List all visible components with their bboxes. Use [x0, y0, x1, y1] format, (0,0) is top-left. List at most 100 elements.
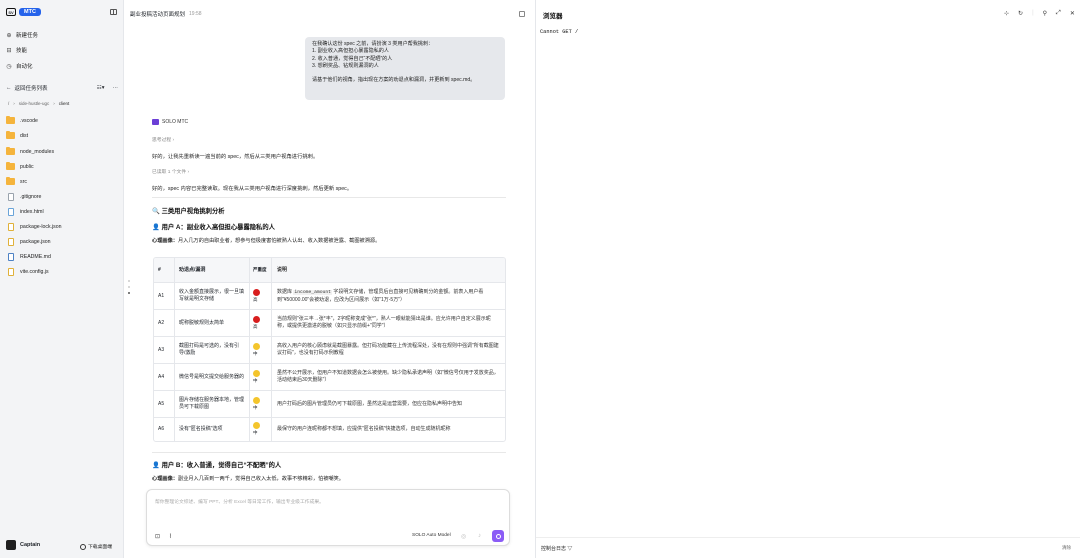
close-icon[interactable]: ✕ [1070, 10, 1075, 17]
red-circle-icon [253, 315, 260, 323]
file-item[interactable]: dist [6, 130, 29, 139]
file-item[interactable]: public [6, 161, 34, 170]
microphone-icon[interactable]: ♪ [478, 533, 481, 539]
nav-automation[interactable]: ◷ 自动化 [6, 62, 116, 71]
row-point: 截图打码是可选的，没有引导/激励 [174, 337, 249, 363]
row-desc: 高收入用户的核心顾虑就是截图暴露。但打码功能藏在上传流程深处，没有在规则中强调"… [271, 337, 505, 363]
nav-skills[interactable]: ⊟ 技能 [6, 46, 116, 55]
list-options-icon[interactable]: ☷▾ [97, 85, 105, 91]
user-name: Captain [20, 542, 41, 548]
chat-scroll-indicator[interactable] [128, 280, 130, 294]
file-name: package.json [20, 239, 51, 245]
refresh-icon[interactable]: ↻ [1018, 10, 1023, 17]
file-item[interactable]: node_modules [6, 146, 55, 155]
pin-icon[interactable]: ⚲ [1043, 10, 1047, 17]
agent-header: SOLO MTC [152, 119, 188, 125]
crumb-current[interactable]: client [59, 101, 70, 106]
browser-panel: 浏览器 ⊹ ↻ | ⚲ ⤢ ✕ Cannot GET / 控制台日志 ▽ 清除 [535, 0, 1080, 558]
file-item[interactable]: src [6, 176, 27, 185]
severity-label: 中 [253, 350, 258, 356]
message-composer[interactable]: 帮你整理论文综述、编写 PPT、分析 Excel 等日常工作，输出专业级工作成果… [146, 489, 510, 546]
chat-header: 副业投稿活动页面规划 19:58 [130, 10, 202, 18]
chat-panel: 副业投稿活动页面规划 19:58 在我确认这份 spec 之前，请扮演 3 类用… [124, 0, 532, 558]
file-item[interactable]: README.md [6, 253, 51, 261]
more-icon[interactable]: ··· [113, 85, 119, 91]
divider [152, 452, 506, 453]
yellow-circle-icon [253, 342, 260, 350]
composer-placeholder[interactable]: 帮你整理论文综述、编写 PPT、分析 Excel 等日常工作，输出专业级工作成果… [155, 498, 324, 505]
row-severity: 中 [249, 364, 271, 390]
nav-new-task[interactable]: ⊕ 新建任务 [6, 31, 116, 40]
row-desc: 虽然不公开展示，但用户不知道数据会怎么被使用。缺少隐私承诺声明（如"微信号仅用于… [271, 364, 505, 390]
file-name: index.html [20, 209, 44, 215]
agent-paragraph: 好的，spec 内容已完整读取。现在我从三类用户视角进行深度挑刺，然后更新 sp… [152, 186, 353, 192]
download-icon [80, 543, 86, 550]
html-file-icon [7, 208, 14, 216]
user-profile[interactable]: Captain [6, 540, 40, 550]
severity-label: 高 [253, 296, 258, 302]
file-item[interactable]: vite.config.js [6, 268, 49, 276]
persona-text: 月入几万的自由职业者，想参与但极度害怕被熟人认出、收入数据被泄露、截图被溯源。 [177, 238, 381, 244]
console-label: 控制台日志 [541, 546, 567, 552]
markdown-file-icon [7, 253, 14, 261]
pick-element-icon[interactable]: ⊹ [1004, 10, 1009, 17]
sidebar-collapse-icon[interactable] [110, 9, 117, 15]
console-clear-button[interactable]: 清除 [1062, 545, 1071, 551]
persona-label: 心理画像： [152, 238, 178, 244]
download-desktop-button[interactable]: 下载桌面端 [80, 543, 112, 550]
filter-icon[interactable]: ▽ [567, 546, 572, 552]
scroll-dot[interactable] [128, 280, 130, 282]
back-to-task-list[interactable]: ← 返回任务列表 ☷▾ ··· [6, 84, 118, 92]
arrow-left-icon: ← [6, 85, 12, 91]
file-item[interactable]: index.html [6, 208, 44, 216]
crumb-root[interactable]: / [8, 101, 9, 106]
file-icon [7, 193, 14, 201]
console-log-toggle[interactable]: 控制台日志 ▽ [541, 545, 572, 552]
msg-line: 1. 副业收入高但担心暴露隐私的人 [312, 48, 389, 55]
send-button[interactable] [492, 530, 504, 542]
model-selector[interactable]: SOLO Auto Model [412, 533, 451, 538]
row-id: A1 [158, 292, 165, 299]
file-item[interactable]: .vscode [6, 115, 38, 124]
file-name: vite.config.js [20, 269, 49, 275]
file-name: .vscode [20, 117, 38, 124]
logo-mark-icon: SV [6, 8, 16, 16]
breadcrumb: / › side-hustle-ugc › client [8, 101, 70, 106]
chat-time: 19:58 [189, 11, 202, 17]
panel-layout-icon[interactable] [519, 11, 525, 17]
file-name: public [20, 163, 34, 170]
json-file-icon [7, 238, 14, 246]
logo[interactable]: SV MTC [6, 8, 41, 16]
file-name: dist [20, 132, 29, 139]
scroll-dot[interactable] [128, 286, 130, 288]
paperclip-icon[interactable]: ⌇ [169, 533, 172, 540]
thinking-toggle[interactable]: 思考过程 › [152, 136, 174, 143]
nav-label: 自动化 [16, 64, 33, 70]
crumb-project[interactable]: side-hustle-ugc [19, 101, 50, 106]
image-attach-icon[interactable]: ⊡ [155, 533, 160, 540]
file-item[interactable]: .gitignore [6, 193, 41, 201]
row-id: A3 [158, 346, 165, 353]
console-bar: 控制台日志 ▽ 清除 [536, 537, 1080, 558]
persona-b-desc: 心理画像：副业月入几百到一两千，觉得自己收入太低，故事不够精彩，怕被嘲笑。 [152, 475, 344, 482]
avatar [6, 540, 16, 550]
folder-icon [6, 146, 15, 155]
settings-icon[interactable]: ◎ [461, 533, 466, 540]
persona-b-heading: 👤 用户 B：收入普通，觉得自己“不配晒”的人 [152, 462, 282, 469]
js-file-icon [7, 268, 14, 276]
expand-icon[interactable]: ⤢ [1056, 10, 1061, 17]
table-header-row: # 劝退点/漏洞 严重度 说明 [154, 258, 505, 282]
table-header: 说明 [271, 258, 505, 282]
nav-label: 新建任务 [16, 33, 39, 39]
row-id: A4 [158, 373, 165, 380]
row-desc: 数据库 income_amount 字段明文存储，管理员后台直接可见精确到分的金… [271, 283, 505, 309]
file-name: src [20, 178, 27, 185]
file-item[interactable]: package-lock.json [6, 223, 62, 231]
solo-logo-icon [152, 119, 159, 125]
yellow-circle-icon [253, 396, 260, 404]
file-name: node_modules [20, 148, 55, 155]
plus-circle-icon: ⊕ [6, 32, 12, 39]
scroll-dot-active[interactable] [128, 292, 130, 294]
file-item[interactable]: package.json [6, 238, 51, 246]
read-files-toggle[interactable]: 已读取 1 个文件 › [152, 168, 189, 175]
